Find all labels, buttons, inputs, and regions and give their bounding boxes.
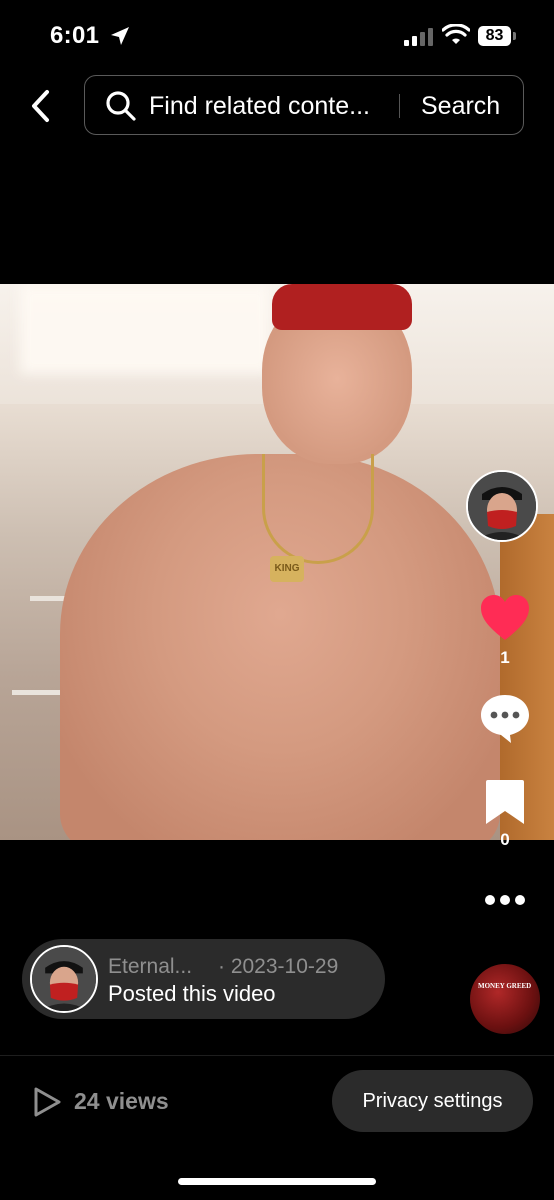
video-pendant: KING	[270, 556, 304, 582]
signal-icon	[404, 28, 433, 46]
wifi-icon	[442, 24, 470, 44]
search-bar[interactable]: Find related conte... Search	[84, 75, 524, 135]
back-chevron-icon	[32, 90, 49, 122]
like-heart-shape	[481, 595, 529, 640]
avatar-image	[32, 947, 96, 1011]
search-divider	[399, 94, 400, 118]
post-avatar[interactable]	[30, 945, 98, 1013]
search-button[interactable]: Search	[421, 92, 500, 121]
search-input[interactable]: Find related conte...	[149, 92, 370, 121]
privacy-settings-button[interactable]: Privacy settings	[332, 1070, 533, 1132]
status-time: 6:01	[50, 22, 100, 49]
status-bar: 6:01 83	[0, 0, 554, 72]
music-disc[interactable]: MONEY GREED	[470, 964, 540, 1034]
video-red-cap	[272, 284, 412, 330]
comment-icon[interactable]	[478, 692, 532, 744]
battery-indicator: 83	[478, 26, 516, 46]
video-ceiling-light	[20, 284, 270, 374]
home-indicator[interactable]	[178, 1178, 376, 1185]
more-dots-icon[interactable]	[482, 888, 528, 912]
video-player[interactable]: KING	[0, 284, 554, 840]
battery-level: 83	[485, 27, 504, 44]
video-chain	[262, 454, 374, 564]
heart-icon[interactable]	[478, 592, 532, 644]
views-count: 24 views	[74, 1088, 169, 1114]
music-disc-label: MONEY GREED	[478, 982, 532, 990]
post-info-pill[interactable]: Eternal... · 2023-10-29 Posted this vide…	[22, 939, 385, 1019]
post-action-text: Posted this video	[108, 981, 276, 1006]
back-button[interactable]	[20, 82, 60, 130]
search-icon	[106, 91, 136, 121]
creator-avatar[interactable]	[466, 470, 538, 542]
like-count: 1	[500, 648, 510, 667]
post-username[interactable]: Eternal...	[108, 955, 192, 979]
play-icon	[34, 1087, 61, 1117]
avatar-image	[468, 472, 536, 540]
post-date: · 2023-10-29	[218, 955, 339, 978]
save-count: 0	[500, 830, 510, 849]
location-arrow-icon	[111, 27, 129, 45]
bottom-divider	[0, 1055, 554, 1056]
bookmark-icon[interactable]	[484, 778, 526, 826]
